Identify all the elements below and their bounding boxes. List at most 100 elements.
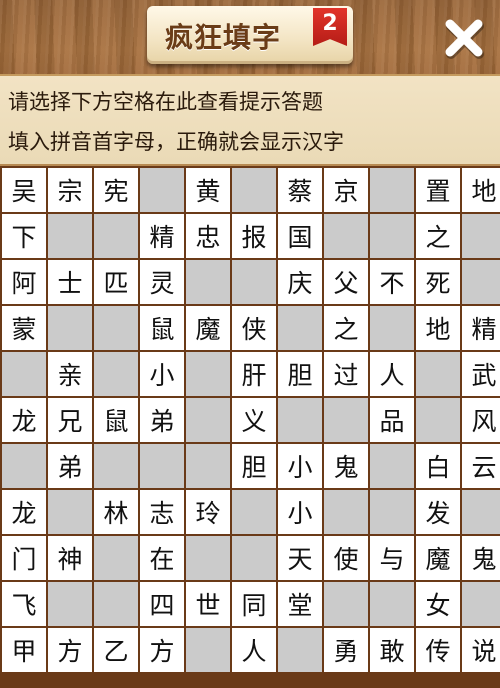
grid-cell[interactable]: 小: [278, 444, 322, 488]
grid-cell[interactable]: 云: [462, 444, 500, 488]
grid-cell[interactable]: 下: [2, 214, 46, 258]
grid-cell[interactable]: 不: [370, 260, 414, 304]
grid-cell[interactable]: 人: [232, 628, 276, 672]
grid-cell[interactable]: 武: [462, 352, 500, 396]
grid-cell[interactable]: 胆: [232, 444, 276, 488]
close-x-icon: [445, 19, 484, 59]
grid-cell[interactable]: 人: [370, 352, 414, 396]
grid-cell[interactable]: 之: [324, 306, 368, 350]
grid-cell[interactable]: 勇: [324, 628, 368, 672]
grid-cell-blank: [462, 214, 500, 258]
grid-cell[interactable]: 天: [278, 536, 322, 580]
grid-cell[interactable]: 阿: [2, 260, 46, 304]
grid-cell[interactable]: 鬼: [462, 536, 500, 580]
grid-cell-blank: [94, 306, 138, 350]
grid-cell[interactable]: 玲: [186, 490, 230, 534]
grid-cell-blank: [48, 490, 92, 534]
grid-cell[interactable]: 与: [370, 536, 414, 580]
grid-cell[interactable]: 龙: [2, 490, 46, 534]
grid-cell[interactable]: 风: [462, 398, 500, 442]
grid-cell[interactable]: 父: [324, 260, 368, 304]
grid-cell[interactable]: 肝: [232, 352, 276, 396]
grid-cell[interactable]: 国: [278, 214, 322, 258]
hint-text-select: 请选择下方空格在此查看提示答题: [8, 90, 323, 114]
grid-cell[interactable]: 蒙: [2, 306, 46, 350]
grid-cell[interactable]: 鼠: [140, 306, 184, 350]
grid-cell[interactable]: 方: [48, 628, 92, 672]
grid-cell[interactable]: 在: [140, 536, 184, 580]
grid-cell[interactable]: 死: [416, 260, 460, 304]
grid-cell[interactable]: 女: [416, 582, 460, 626]
grid-cell[interactable]: 品: [370, 398, 414, 442]
grid-cell[interactable]: 报: [232, 214, 276, 258]
grid-cell[interactable]: 堂: [278, 582, 322, 626]
grid-cell-blank: [278, 398, 322, 442]
grid-cell[interactable]: 弟: [48, 444, 92, 488]
close-button[interactable]: [436, 10, 492, 66]
grid-cell-blank: [48, 214, 92, 258]
grid-cell-blank: [462, 490, 500, 534]
grid-cell[interactable]: 匹: [94, 260, 138, 304]
grid-cell-blank: [278, 306, 322, 350]
grid-cell[interactable]: 宪: [94, 168, 138, 212]
grid-cell[interactable]: 龙: [2, 398, 46, 442]
grid-cell[interactable]: 黄: [186, 168, 230, 212]
grid-cell[interactable]: 弟: [140, 398, 184, 442]
grid-cell[interactable]: 精: [140, 214, 184, 258]
grid-cell[interactable]: 侠: [232, 306, 276, 350]
grid-cell[interactable]: 甲: [2, 628, 46, 672]
grid-cell[interactable]: 小: [278, 490, 322, 534]
grid-cell[interactable]: 魔: [416, 536, 460, 580]
grid-cell[interactable]: 志: [140, 490, 184, 534]
grid-cell[interactable]: 过: [324, 352, 368, 396]
grid-cell[interactable]: 发: [416, 490, 460, 534]
grid-cell[interactable]: 京: [324, 168, 368, 212]
grid-cell-blank: [94, 536, 138, 580]
grid-cell-blank: [370, 490, 414, 534]
grid-cell-blank: [416, 352, 460, 396]
grid-cell[interactable]: 灵: [140, 260, 184, 304]
grid-cell[interactable]: 敢: [370, 628, 414, 672]
grid-cell[interactable]: 神: [48, 536, 92, 580]
grid-cell-blank: [232, 260, 276, 304]
grid-cell-blank: [232, 168, 276, 212]
grid-cell[interactable]: 方: [140, 628, 184, 672]
grid-cell[interactable]: 兄: [48, 398, 92, 442]
grid-cell[interactable]: 说: [462, 628, 500, 672]
grid-cell[interactable]: 林: [94, 490, 138, 534]
grid-cell[interactable]: 宗: [48, 168, 92, 212]
grid-cell[interactable]: 地: [462, 168, 500, 212]
grid-cell-blank: [140, 168, 184, 212]
grid-cell[interactable]: 庆: [278, 260, 322, 304]
grid-cell[interactable]: 蔡: [278, 168, 322, 212]
grid-cell[interactable]: 吴: [2, 168, 46, 212]
grid-cell-blank: [94, 352, 138, 396]
grid-cell[interactable]: 鼠: [94, 398, 138, 442]
grid-cell[interactable]: 门: [2, 536, 46, 580]
grid-cell[interactable]: 同: [232, 582, 276, 626]
grid-cell[interactable]: 使: [324, 536, 368, 580]
grid-cell[interactable]: 飞: [2, 582, 46, 626]
grid-cell[interactable]: 四: [140, 582, 184, 626]
grid-cell[interactable]: 置: [416, 168, 460, 212]
grid-cell[interactable]: 之: [416, 214, 460, 258]
grid-cell[interactable]: 魔: [186, 306, 230, 350]
grid-cell[interactable]: 忠: [186, 214, 230, 258]
grid-cell[interactable]: 义: [232, 398, 276, 442]
grid-cell[interactable]: 地: [416, 306, 460, 350]
grid-cell[interactable]: 世: [186, 582, 230, 626]
grid-cell-blank: [462, 260, 500, 304]
grid-cell[interactable]: 白: [416, 444, 460, 488]
level-badge: 2: [313, 8, 347, 46]
grid-cell-blank: [186, 352, 230, 396]
grid-cell[interactable]: 亲: [48, 352, 92, 396]
grid-cell-blank: [140, 444, 184, 488]
grid-cell[interactable]: 鬼: [324, 444, 368, 488]
grid-cell[interactable]: 传: [416, 628, 460, 672]
grid-cell[interactable]: 乙: [94, 628, 138, 672]
grid-cell[interactable]: 胆: [278, 352, 322, 396]
grid-cell-blank: [416, 398, 460, 442]
grid-cell[interactable]: 小: [140, 352, 184, 396]
grid-cell[interactable]: 精: [462, 306, 500, 350]
grid-cell[interactable]: 士: [48, 260, 92, 304]
